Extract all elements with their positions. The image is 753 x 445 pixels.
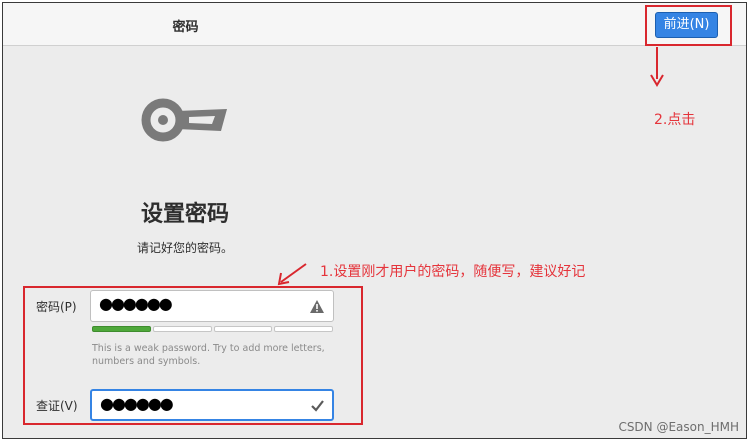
page-subtitle: 请记好您的密码。: [136, 241, 233, 255]
page-header-title: 密码: [172, 20, 199, 35]
header-bar: 密码 前进(N): [3, 3, 746, 46]
page-title: 设置密码: [140, 202, 229, 227]
arrow-diagonal-icon: [277, 263, 307, 286]
arrow-down-icon: [650, 47, 664, 87]
next-highlight-box: [645, 5, 732, 46]
annotation-step2: 2.点击: [654, 112, 696, 128]
key-icon: [141, 98, 227, 142]
installer-window: 密码 前进(N) 设置密码 请记好您的密码。 密码(P) ●●●●●● This…: [2, 2, 747, 439]
annotation-step1: 1.设置刚才用户的密码，随便写，建议好记: [320, 264, 586, 280]
watermark: CSDN @Eason_HMH: [618, 420, 739, 434]
password-highlight-box: [23, 286, 363, 425]
